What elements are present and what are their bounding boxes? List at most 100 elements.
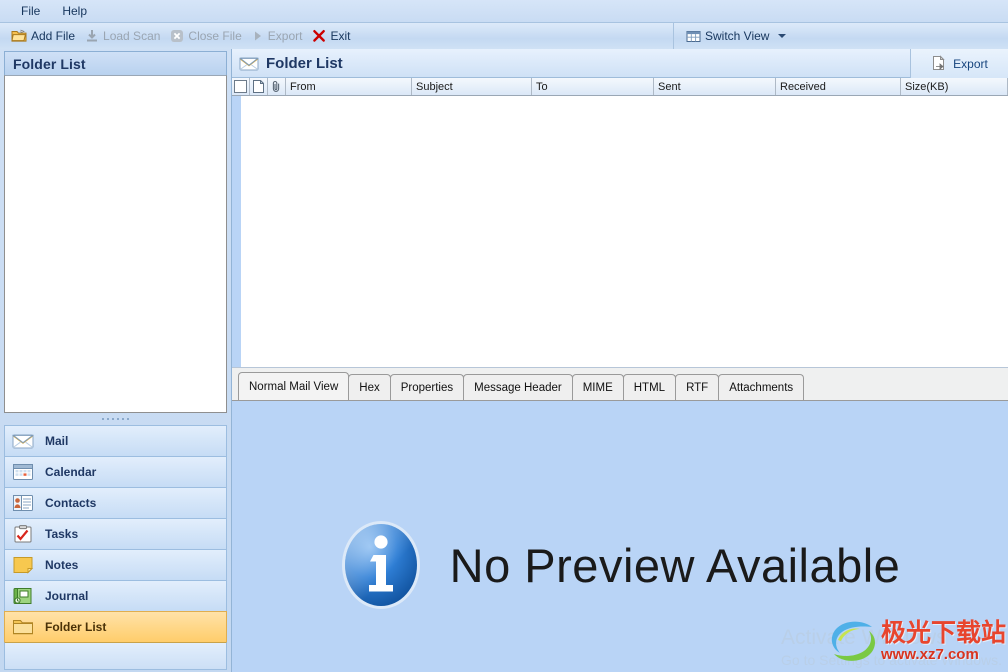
- sidebar-item-label: Calendar: [45, 465, 97, 479]
- column-header-row: From Subject To Sent Received Size(KB): [232, 78, 1008, 96]
- preview-tab-strip: Normal Mail View Hex Properties Message …: [232, 367, 1008, 400]
- watermark-line-2: Go to Settings to activate Windows.: [781, 652, 1002, 668]
- column-from[interactable]: From: [286, 78, 412, 95]
- sidebar-item-label: Tasks: [45, 527, 79, 541]
- sidebar-item-folder-list[interactable]: Folder List: [4, 611, 227, 642]
- tab-hex[interactable]: Hex: [348, 374, 391, 400]
- export-toolbar-button[interactable]: Export: [248, 27, 309, 45]
- add-file-button[interactable]: Add File: [7, 27, 81, 45]
- sidebar-item-label: Folder List: [45, 620, 107, 634]
- column-size[interactable]: Size(KB): [901, 78, 1008, 95]
- column-sent[interactable]: Sent: [654, 78, 776, 95]
- play-arrow-icon: [252, 29, 264, 43]
- sidebar-item-label: Mail: [45, 434, 69, 448]
- pane-splitter[interactable]: [4, 413, 227, 425]
- exit-label: Exit: [330, 29, 351, 43]
- sidebar-item-journal[interactable]: Journal: [4, 580, 227, 611]
- switch-view-label: Switch View: [705, 29, 770, 43]
- export-toolbar-label: Export: [267, 29, 303, 43]
- tab-normal-mail-view[interactable]: Normal Mail View: [238, 372, 350, 400]
- navigation-list: Mail Calendar Contacts Tasks Notes Journ…: [4, 425, 227, 672]
- chevron-down-icon: [778, 34, 787, 38]
- sidebar-item-calendar[interactable]: Calendar: [4, 456, 227, 487]
- folder-tree[interactable]: [4, 75, 227, 413]
- close-file-button[interactable]: Close File: [166, 27, 247, 45]
- red-x-icon: [312, 29, 326, 43]
- exit-button[interactable]: Exit: [308, 27, 356, 45]
- export-icon: [931, 55, 948, 72]
- windows-activation-watermark: Activate Windows Go to Settings to activ…: [781, 625, 1002, 670]
- no-preview-placeholder: No Preview Available: [232, 519, 1008, 611]
- site-logo-mark-icon: [826, 618, 878, 664]
- load-scan-button[interactable]: Load Scan: [81, 27, 166, 45]
- main-pane: Folder List Export From Subject To Sent …: [231, 49, 1008, 672]
- contacts-icon: [12, 494, 34, 512]
- column-read-status[interactable]: [250, 78, 268, 95]
- site-logo-text: 极光下载站 www.xz7.com: [880, 618, 1006, 663]
- tasks-icon: [12, 525, 34, 543]
- message-list-header: Folder List Export: [232, 49, 1008, 78]
- load-scan-label: Load Scan: [103, 29, 161, 43]
- application-window: File Help Add File Load Scan Close File …: [0, 0, 1008, 672]
- folder-icon: [12, 618, 34, 636]
- splitter-dot: [122, 418, 124, 420]
- export-button[interactable]: Export: [910, 49, 1008, 78]
- tab-attachments[interactable]: Attachments: [718, 374, 805, 400]
- message-list-body[interactable]: [232, 96, 1008, 367]
- sidebar-item-mail[interactable]: Mail: [4, 425, 227, 456]
- tab-html[interactable]: HTML: [622, 374, 677, 400]
- journal-icon: [12, 587, 34, 605]
- site-logo-watermark: 极光下载站 www.xz7.com: [826, 618, 1006, 664]
- tab-message-header[interactable]: Message Header: [463, 374, 573, 400]
- sidebar-item-label: Contacts: [45, 496, 97, 510]
- site-logo-name-en: www.xz7.com: [880, 645, 979, 663]
- main-body: Folder List Mail Calendar Contacts Tasks…: [0, 49, 1008, 672]
- splitter-dot: [102, 418, 104, 420]
- toolbar: Add File Load Scan Close File Export Exi…: [0, 23, 1008, 50]
- add-file-label: Add File: [31, 29, 76, 43]
- export-button-label: Export: [953, 56, 988, 71]
- splitter-dot: [127, 418, 129, 420]
- column-to[interactable]: To: [532, 78, 654, 95]
- menu-help[interactable]: Help: [51, 1, 98, 21]
- navigation-pane: Folder List Mail Calendar Contacts Tasks…: [0, 49, 231, 672]
- column-select-all[interactable]: [232, 78, 250, 95]
- folder-list-panel-header: Folder List: [4, 51, 227, 75]
- notes-icon: [12, 556, 34, 574]
- sidebar-item-label: Journal: [45, 589, 89, 603]
- close-file-label: Close File: [188, 29, 242, 43]
- splitter-dot: [107, 418, 109, 420]
- grid-icon: [686, 30, 701, 43]
- preview-pane: No Preview Available Activate Windows Go…: [232, 400, 1008, 672]
- close-circle-icon: [170, 29, 184, 43]
- sidebar-item-label: Notes: [45, 558, 79, 572]
- splitter-dot: [117, 418, 119, 420]
- sidebar-item-notes[interactable]: Notes: [4, 549, 227, 580]
- switch-view-button[interactable]: Switch View: [682, 27, 792, 45]
- menu-file[interactable]: File: [10, 1, 51, 21]
- tab-mime[interactable]: MIME: [571, 374, 624, 400]
- no-preview-text: No Preview Available: [449, 538, 901, 592]
- folder-list-panel-title: Folder List: [13, 55, 86, 72]
- tab-properties[interactable]: Properties: [389, 374, 465, 400]
- download-icon: [85, 29, 99, 43]
- checkbox-icon: [234, 80, 247, 93]
- switch-view-area: Switch View: [673, 23, 792, 49]
- menu-bar: File Help: [0, 0, 1008, 23]
- message-list-title: Folder List: [266, 54, 343, 72]
- sidebar-item-tasks[interactable]: Tasks: [4, 518, 227, 549]
- paperclip-icon: [271, 80, 282, 93]
- sidebar-item-contacts[interactable]: Contacts: [4, 487, 227, 518]
- tab-rtf[interactable]: RTF: [675, 374, 720, 400]
- envelope-icon: [238, 55, 260, 72]
- column-received[interactable]: Received: [776, 78, 901, 95]
- watermark-line-1: Activate Windows: [781, 626, 947, 649]
- mail-icon: [11, 432, 35, 450]
- splitter-dot: [112, 418, 114, 420]
- info-icon: [340, 519, 422, 611]
- calendar-icon: [12, 463, 34, 481]
- site-logo-name-cn: 极光下载站: [880, 618, 1006, 647]
- page-icon: [253, 79, 265, 93]
- column-attachment[interactable]: [268, 78, 286, 95]
- column-subject[interactable]: Subject: [412, 78, 532, 95]
